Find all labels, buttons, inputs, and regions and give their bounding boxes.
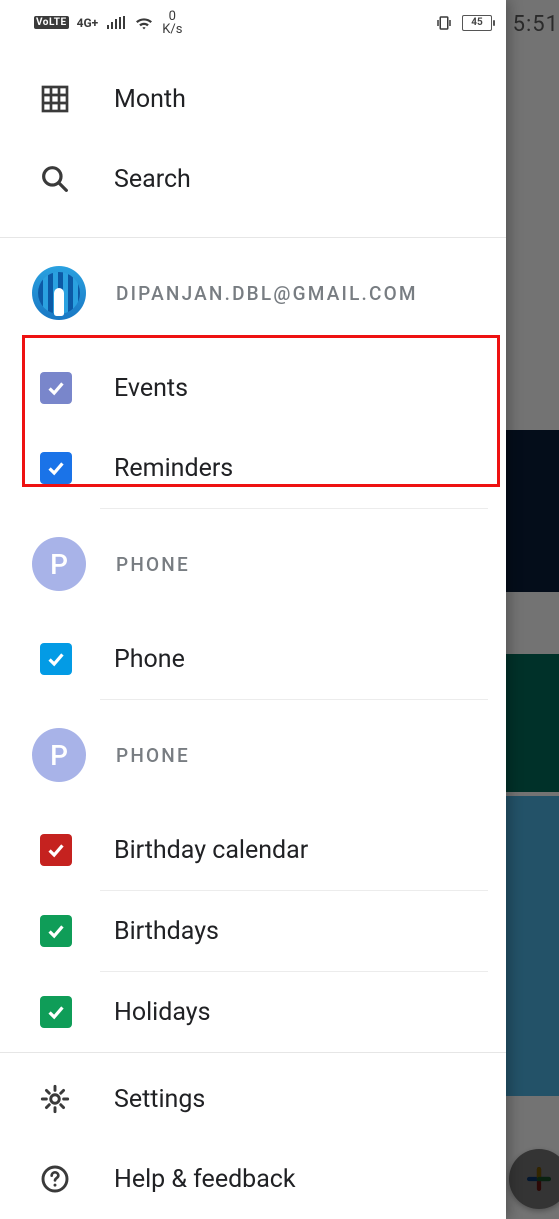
checkbox-icon xyxy=(40,834,72,866)
nav-month[interactable]: Month xyxy=(0,59,506,139)
status-time: 5:51 xyxy=(513,12,559,37)
avatar: P xyxy=(32,728,86,782)
data-rate: 0 K/s xyxy=(162,10,182,36)
battery-indicator: 45 xyxy=(462,15,492,31)
volte-badge: VoLTE xyxy=(34,16,69,29)
avatar: P xyxy=(32,537,86,591)
month-grid-icon xyxy=(38,82,72,116)
nav-settings[interactable]: Settings xyxy=(0,1059,506,1139)
gear-icon xyxy=(38,1082,72,1116)
background-tile xyxy=(506,430,559,592)
network-type: 4G+ xyxy=(77,16,99,30)
checkbox-icon xyxy=(40,915,72,947)
background-tile xyxy=(506,796,559,1096)
calendar-label: Birthday calendar xyxy=(114,836,308,865)
calendar-toggle-birthday-cal[interactable]: Birthday calendar xyxy=(0,810,506,890)
calendar-label: Holidays xyxy=(114,998,211,1027)
checkbox-icon xyxy=(40,372,72,404)
calendar-toggle-holidays[interactable]: Holidays xyxy=(0,972,506,1052)
nav-month-label: Month xyxy=(114,85,186,114)
settings-label: Settings xyxy=(114,1085,205,1114)
calendar-toggle-events[interactable]: Events xyxy=(0,348,506,428)
nav-help[interactable]: Help & feedback xyxy=(0,1139,506,1219)
calendar-label: Reminders xyxy=(114,454,233,483)
checkbox-icon xyxy=(40,452,72,484)
signal-icon xyxy=(106,16,126,30)
data-rate-unit: K/s xyxy=(162,23,182,36)
search-icon xyxy=(38,162,72,196)
account-email: DIPANJAN.DBL@GMAIL.COM xyxy=(116,282,418,305)
nav-search[interactable]: Search xyxy=(0,139,506,219)
background-tile xyxy=(506,654,559,792)
battery-level: 45 xyxy=(462,15,492,31)
account-header[interactable]: P PHONE xyxy=(0,509,506,619)
calendar-label: Events xyxy=(114,374,188,403)
account-email: PHONE xyxy=(116,553,190,576)
nav-search-label: Search xyxy=(114,165,191,194)
wifi-icon xyxy=(134,15,154,31)
navigation-drawer: VoLTE 4G+ 0 K/s 45 xyxy=(0,0,506,1219)
account-header[interactable]: P PHONE xyxy=(0,700,506,810)
calendar-toggle-reminders[interactable]: Reminders xyxy=(0,428,506,508)
calendar-toggle-phone[interactable]: Phone xyxy=(0,619,506,699)
calendar-label: Phone xyxy=(114,645,185,674)
statusbar: VoLTE 4G+ 0 K/s 45 xyxy=(0,0,506,45)
checkbox-icon xyxy=(40,643,72,675)
calendar-label: Birthdays xyxy=(114,917,219,946)
account-header[interactable]: DIPANJAN.DBL@GMAIL.COM xyxy=(0,238,506,348)
vibrate-icon xyxy=(434,14,454,32)
avatar xyxy=(32,266,86,320)
calendar-toggle-birthdays[interactable]: Birthdays xyxy=(0,891,506,971)
checkbox-icon xyxy=(40,996,72,1028)
help-icon xyxy=(38,1162,72,1196)
help-label: Help & feedback xyxy=(114,1165,296,1194)
data-rate-value: 0 xyxy=(162,10,182,23)
account-email: PHONE xyxy=(116,744,190,767)
